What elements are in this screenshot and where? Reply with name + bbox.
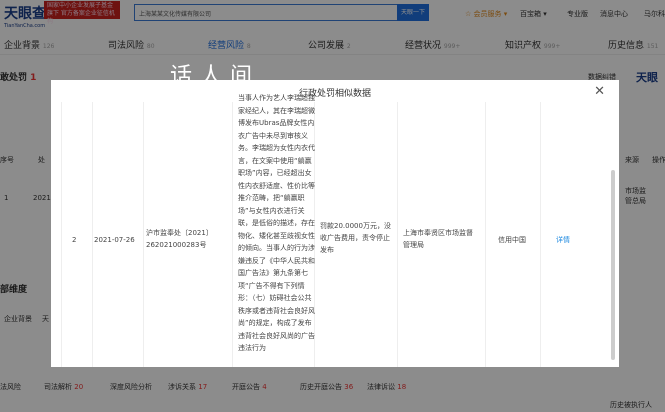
row-source: 信用中国 <box>498 236 526 244</box>
row-agency: 上海市奉贤区市场监督管理局 <box>403 229 473 249</box>
modal-title: 行政处罚相似数据 <box>298 89 371 99</box>
scrollbar[interactable] <box>611 170 615 360</box>
similar-data-modal: 行政处罚相似数据 ✕ 2 2021-07-26 沪市监奉处〔2021〕26202… <box>51 80 619 367</box>
penalty-table: 2 2021-07-26 沪市监奉处〔2021〕262021000283号 当事… <box>61 94 601 367</box>
divider <box>143 102 144 367</box>
row-content: 当事人作为艺人李瑞超独家经纪人，其在李瑞超微博发布Ubras品牌女性内衣广告中未… <box>238 94 315 352</box>
divider <box>232 102 233 367</box>
row-index: 2 <box>72 236 77 244</box>
row-number: 沪市监奉处〔2021〕262021000283号 <box>146 229 213 249</box>
divider <box>92 102 93 367</box>
divider <box>540 102 541 367</box>
divider <box>485 102 486 367</box>
row-date: 2021-07-26 <box>94 236 135 244</box>
divider <box>397 102 398 367</box>
close-icon[interactable]: ✕ <box>594 84 605 99</box>
row-penalty: 罚款20.0000万元，没收广告费用，责令停止发布 <box>320 222 391 254</box>
detail-link[interactable]: 详情 <box>556 234 570 246</box>
